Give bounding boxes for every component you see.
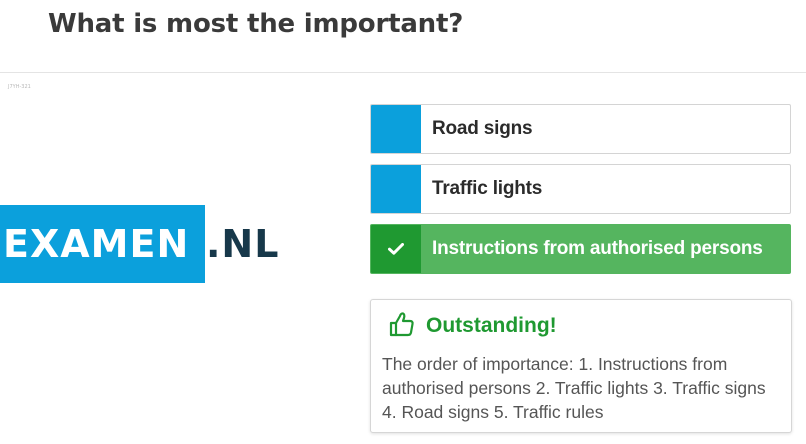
- logo-suffix: .NL: [206, 222, 280, 266]
- option-marker: [371, 105, 421, 153]
- answer-option-instructions-authorised-persons[interactable]: Instructions from authorised persons: [370, 224, 791, 274]
- feedback-title: Outstanding!: [426, 314, 557, 337]
- answer-option-road-signs[interactable]: Road signs: [370, 104, 791, 154]
- option-label: Road signs: [432, 118, 533, 139]
- logo-word: EXAMEN: [3, 222, 190, 266]
- image-id-label: J7YH-321: [8, 84, 31, 90]
- question-title: What is most the important?: [48, 9, 464, 39]
- answer-option-traffic-lights[interactable]: Traffic lights: [370, 164, 791, 214]
- feedback-panel: Outstanding! The order of importance: 1.…: [370, 299, 792, 433]
- quiz-page: What is most the important? J7YH-321 EXA…: [0, 0, 806, 444]
- option-label: Instructions from authorised persons: [432, 238, 763, 259]
- checkmark-icon: [388, 243, 404, 255]
- option-marker: [371, 165, 421, 213]
- thumbs-up-icon: [389, 312, 414, 337]
- option-label: Traffic lights: [432, 178, 543, 199]
- option-marker-correct: [371, 225, 421, 273]
- feedback-explanation: The order of importance: 1. Instructions…: [382, 354, 766, 422]
- question-header: What is most the important?: [0, 0, 806, 73]
